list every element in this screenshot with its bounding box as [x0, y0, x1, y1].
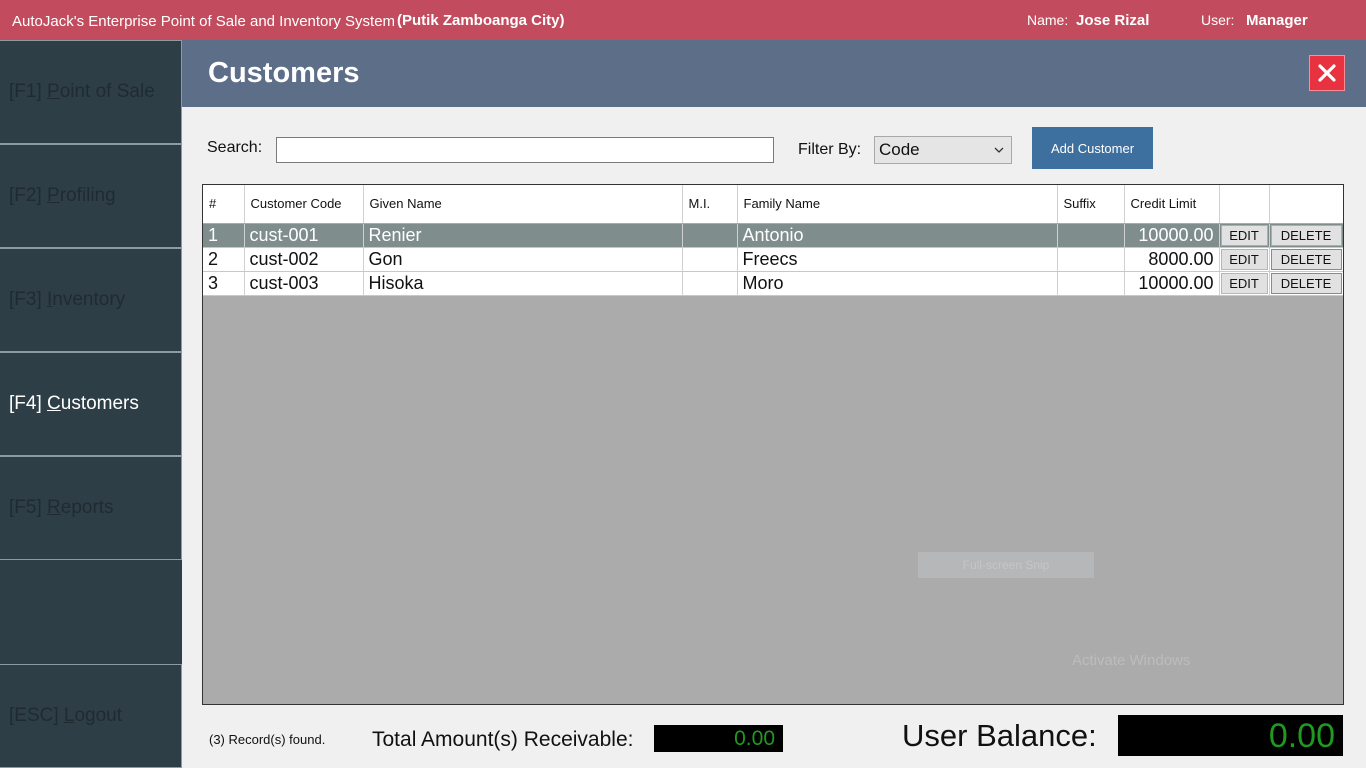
cell-family-name: Freecs — [737, 247, 1058, 272]
sidebar-item-label: ustomers — [60, 393, 139, 414]
cell-mi — [682, 223, 738, 248]
edit-button[interactable]: EDIT — [1220, 248, 1268, 270]
cell-family-name: Moro — [737, 271, 1058, 296]
customers-table: # Customer Code Given Name M.I. Family N… — [203, 185, 1343, 296]
filter-label: Filter By: — [798, 141, 862, 158]
cell-credit-limit: 10000.00 — [1124, 223, 1220, 248]
customers-grid[interactable]: # Customer Code Given Name M.I. Family N… — [202, 184, 1344, 705]
sidebar-item-profiling[interactable]: [F2] Profiling — [0, 144, 182, 248]
cell-code: cust-003 — [244, 271, 364, 296]
cell-number: 2 — [203, 247, 245, 272]
sidebar-item-label: eports — [60, 497, 114, 518]
table-header-row: # Customer Code Given Name M.I. Family N… — [203, 185, 1343, 224]
filter-dropdown[interactable]: Code — [874, 136, 1012, 164]
cell-edit: EDIT — [1219, 271, 1270, 296]
activate-windows-watermark: Activate Windows — [1072, 652, 1191, 669]
sidebar-item-inventory[interactable]: [F3] Inventory — [0, 248, 182, 352]
cell-delete: DELETE — [1269, 271, 1343, 296]
sidebar-item-label: rofiling — [59, 185, 116, 206]
cell-given-name: Gon — [363, 247, 683, 272]
cell-credit-limit: 8000.00 — [1124, 247, 1220, 272]
sidebar-item-hotkey: C — [47, 393, 61, 414]
page-header: Customers — [182, 40, 1366, 107]
search-label: Search: — [207, 139, 263, 156]
name-value: Jose Rizal — [1076, 12, 1150, 29]
search-input[interactable] — [276, 137, 774, 163]
delete-button[interactable]: DELETE — [1270, 224, 1342, 246]
sidebar-item-customers[interactable]: [F4] Customers — [0, 352, 182, 456]
title-bar: AutoJack's Enterprise Point of Sale and … — [0, 0, 1366, 40]
sidebar-item-hotkey: P — [47, 81, 60, 102]
sidebar: [F1] Point of Sale [F2] Profiling [F3] I… — [0, 40, 182, 768]
column-header[interactable]: Family Name — [737, 185, 1058, 224]
delete-button[interactable]: DELETE — [1270, 248, 1342, 270]
app-title: AutoJack's Enterprise Point of Sale and … — [12, 13, 396, 30]
table-row[interactable]: 1 cust-001 Renier Antonio 10000.00 EDIT … — [203, 223, 1343, 248]
cell-number: 1 — [203, 223, 245, 248]
cell-given-name: Hisoka — [363, 271, 683, 296]
sidebar-item-key: [F4] — [9, 393, 42, 414]
sidebar-item-key: [F3] — [9, 289, 42, 310]
sidebar-item-hotkey: L — [63, 705, 75, 726]
sidebar-item-label: nventory — [52, 289, 126, 310]
sidebar-item-hotkey: P — [47, 185, 60, 206]
sidebar-item-key: [F1] — [9, 81, 42, 102]
name-label: Name: — [1027, 12, 1069, 28]
cell-mi — [682, 271, 738, 296]
column-header[interactable]: Suffix — [1057, 185, 1125, 224]
column-header — [1219, 185, 1270, 224]
cell-suffix — [1057, 271, 1125, 296]
edit-button[interactable]: EDIT — [1220, 224, 1268, 246]
user-label: User: — [1201, 12, 1235, 28]
cell-number: 3 — [203, 271, 245, 296]
page-title: Customers — [208, 57, 360, 89]
column-header[interactable]: Given Name — [363, 185, 683, 224]
cell-credit-limit: 10000.00 — [1124, 271, 1220, 296]
add-customer-button[interactable]: Add Customer — [1032, 127, 1153, 169]
edit-button[interactable]: EDIT — [1220, 272, 1268, 294]
column-header[interactable]: Credit Limit — [1124, 185, 1220, 224]
sidebar-item-key: [ESC] — [9, 705, 59, 726]
sidebar-item-hotkey: R — [47, 497, 61, 518]
cell-suffix — [1057, 223, 1125, 248]
cell-edit: EDIT — [1219, 223, 1270, 248]
user-value: Manager — [1246, 12, 1308, 29]
sidebar-item-label: ogout — [74, 705, 123, 726]
total-receivable-value: 0.00 — [654, 725, 783, 752]
sidebar-item-label: oint of Sale — [59, 81, 155, 102]
total-receivable-label: Total Amount(s) Receivable: — [372, 728, 634, 751]
sidebar-item-reports[interactable]: [F5] Reports — [0, 456, 182, 560]
branch-name: (Putik Zamboanga City) — [397, 12, 565, 29]
sidebar-item-key: [F5] — [9, 497, 42, 518]
snip-overlay: Full-screen Snip — [918, 552, 1094, 578]
record-count: (3) Record(s) found. — [209, 732, 326, 747]
user-balance-label: User Balance: — [902, 718, 1097, 753]
cell-delete: DELETE — [1269, 223, 1343, 248]
sidebar-item-key: [F2] — [9, 185, 42, 206]
column-header — [1269, 185, 1343, 224]
table-row[interactable]: 3 cust-003 Hisoka Moro 10000.00 EDIT DEL… — [203, 271, 1343, 296]
close-icon — [1318, 64, 1336, 82]
cell-edit: EDIT — [1219, 247, 1270, 272]
column-header[interactable]: M.I. — [682, 185, 738, 224]
column-header[interactable]: # — [203, 185, 245, 224]
cell-mi — [682, 247, 738, 272]
cell-code: cust-001 — [244, 223, 364, 248]
sidebar-item-logout[interactable]: [ESC] Logout — [0, 664, 182, 768]
cell-family-name: Antonio — [737, 223, 1058, 248]
user-balance-value: 0.00 — [1118, 715, 1343, 756]
cell-code: cust-002 — [244, 247, 364, 272]
sidebar-item-point-of-sale[interactable]: [F1] Point of Sale — [0, 40, 182, 144]
table-row[interactable]: 2 cust-002 Gon Freecs 8000.00 EDIT DELET… — [203, 247, 1343, 272]
cell-delete: DELETE — [1269, 247, 1343, 272]
column-header[interactable]: Customer Code — [244, 185, 364, 224]
delete-button[interactable]: DELETE — [1270, 272, 1342, 294]
cell-suffix — [1057, 247, 1125, 272]
chevron-down-icon — [994, 147, 1004, 153]
close-button[interactable] — [1309, 55, 1345, 91]
cell-given-name: Renier — [363, 223, 683, 248]
filter-selected-value: Code — [879, 140, 920, 159]
